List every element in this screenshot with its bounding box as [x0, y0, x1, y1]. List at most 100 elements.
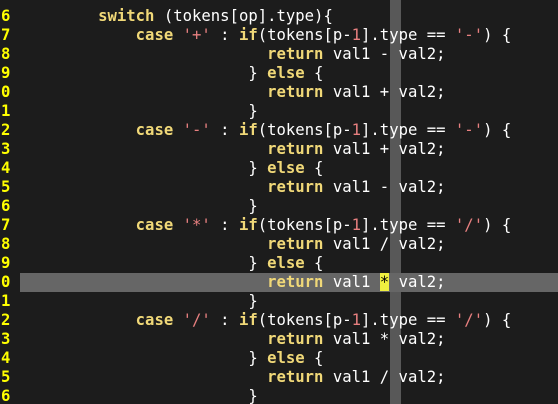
code-line[interactable]: 0 return val1 + val2; — [0, 83, 558, 102]
code-line[interactable]: 4 } else { — [0, 349, 558, 368]
code-text[interactable]: return val1 * val2; — [23, 330, 445, 349]
code-line[interactable]: 9 } else { — [0, 254, 558, 273]
line-number: 7 — [1, 26, 11, 44]
code-line[interactable]: 7 case '*' : if(tokens[p-1].type == '/')… — [0, 216, 558, 235]
code-text[interactable] — [23, 0, 389, 7]
keyword-token: return — [267, 45, 324, 63]
keyword-token: case — [135, 26, 174, 44]
code-text[interactable]: return val1 * val2; — [23, 273, 446, 292]
code-text[interactable]: } else { — [23, 159, 323, 178]
keyword-token: return — [267, 178, 324, 196]
code-token: val2; — [389, 273, 446, 291]
code-text[interactable]: } else { — [23, 64, 323, 83]
string-literal: '*' — [182, 216, 211, 234]
code-token: val1 / val2; — [323, 235, 446, 253]
code-line[interactable]: 5 return val1 - val2; — [0, 178, 558, 197]
code-text[interactable]: } else { — [23, 349, 323, 368]
code-text[interactable]: return val1 - val2; — [23, 178, 446, 197]
code-text[interactable]: return val1 - val2; — [23, 45, 445, 64]
code-text[interactable]: } — [23, 292, 258, 311]
code-token: ) { — [483, 26, 512, 44]
code-line[interactable]: 6 } — [0, 197, 558, 216]
code-token: ) { — [483, 121, 512, 139]
number-literal: 1 — [351, 121, 362, 139]
code-text[interactable]: case '-' : if(tokens[p-1].type == '-') { — [23, 121, 512, 140]
code-text[interactable]: } else { — [23, 254, 323, 273]
line-number: 9 — [1, 64, 11, 82]
code-text[interactable]: case '*' : if(tokens[p-1].type == '/') { — [23, 216, 512, 235]
code-token: } — [23, 292, 258, 310]
number-literal: 1 — [351, 216, 362, 234]
code-token: ].type == — [361, 311, 455, 329]
code-text[interactable]: return val1 / val2; — [23, 235, 446, 254]
code-line[interactable]: 4 } else { — [0, 159, 558, 178]
code-token: val1 + val2; — [323, 83, 446, 101]
line-number: 0 — [1, 83, 11, 101]
line-number: 3 — [1, 330, 11, 348]
code-text[interactable]: } — [23, 197, 258, 216]
code-area[interactable]: 6 switch (tokens[op].type){7 case '+' : … — [0, 0, 558, 404]
code-line[interactable]: 8 return val1 / val2; — [0, 235, 558, 254]
code-line[interactable]: 3 return val1 * val2; — [0, 330, 558, 349]
code-text[interactable]: case '+' : if(tokens[p-1].type == '-') { — [23, 26, 512, 45]
code-line[interactable]: 7 case '+' : if(tokens[p-1].type == '-')… — [0, 26, 558, 45]
line-number: 2 — [1, 311, 11, 329]
code-text[interactable]: switch (tokens[op].type){ — [23, 7, 333, 26]
code-text[interactable]: return val1 + val2; — [23, 83, 446, 102]
code-line[interactable]: 6 switch (tokens[op].type){ — [0, 7, 558, 26]
code-token: } — [23, 159, 268, 177]
string-literal: '/' — [454, 311, 484, 329]
code-line[interactable]: 2 case '-' : if(tokens[p-1].type == '-')… — [0, 121, 558, 140]
line-number: 6 — [1, 387, 11, 404]
code-text[interactable]: case '/' : if(tokens[p-1].type == '/') { — [23, 311, 512, 330]
code-text[interactable]: } — [23, 102, 258, 121]
code-text[interactable]: } — [23, 387, 257, 404]
code-line[interactable]: 2 case '/' : if(tokens[p-1].type == '/')… — [0, 311, 558, 330]
line-number: 4 — [1, 349, 11, 367]
code-line[interactable]: 8 return val1 - val2; — [0, 45, 558, 64]
code-token: { — [304, 64, 324, 82]
code-line[interactable] — [0, 0, 558, 7]
code-line[interactable]: 6 } — [0, 387, 558, 404]
code-token: ].type == — [361, 216, 455, 234]
line-number: 4 — [1, 159, 11, 177]
keyword-token: return — [267, 235, 324, 253]
code-text[interactable]: return val1 + val2; — [23, 140, 445, 159]
keyword-token: if — [238, 216, 258, 234]
keyword-token: case — [135, 311, 174, 329]
keyword-token: return — [267, 273, 324, 291]
code-line[interactable]: 5 return val1 / val2; — [0, 368, 558, 387]
code-token: } — [23, 254, 268, 272]
code-line[interactable]: 3 return val1 + val2; — [0, 140, 558, 159]
code-line[interactable]: 1 } — [0, 102, 558, 121]
string-literal: '/' — [454, 216, 484, 234]
line-number: 0 — [1, 273, 11, 291]
code-line[interactable]: 9 } else { — [0, 64, 558, 83]
code-token: ) { — [483, 311, 512, 329]
code-editor[interactable]: 6 switch (tokens[op].type){7 case '+' : … — [0, 0, 558, 404]
current-code-line[interactable]: 0 return val1 * val2; — [0, 273, 558, 292]
keyword-token: else — [267, 254, 305, 272]
keyword-token: else — [267, 349, 305, 367]
code-line[interactable]: 1 } — [0, 292, 558, 311]
keyword-token: case — [135, 216, 174, 234]
keyword-token: switch — [98, 7, 155, 25]
code-token: } — [23, 197, 258, 215]
code-text[interactable]: return val1 / val2; — [23, 368, 445, 387]
code-token: val1 - val2; — [323, 178, 446, 196]
string-literal: '+' — [182, 26, 211, 44]
line-number: 6 — [1, 7, 11, 25]
code-token: } — [23, 102, 258, 120]
code-token: (tokens[op].type){ — [154, 7, 333, 25]
keyword-token: else — [267, 159, 305, 177]
